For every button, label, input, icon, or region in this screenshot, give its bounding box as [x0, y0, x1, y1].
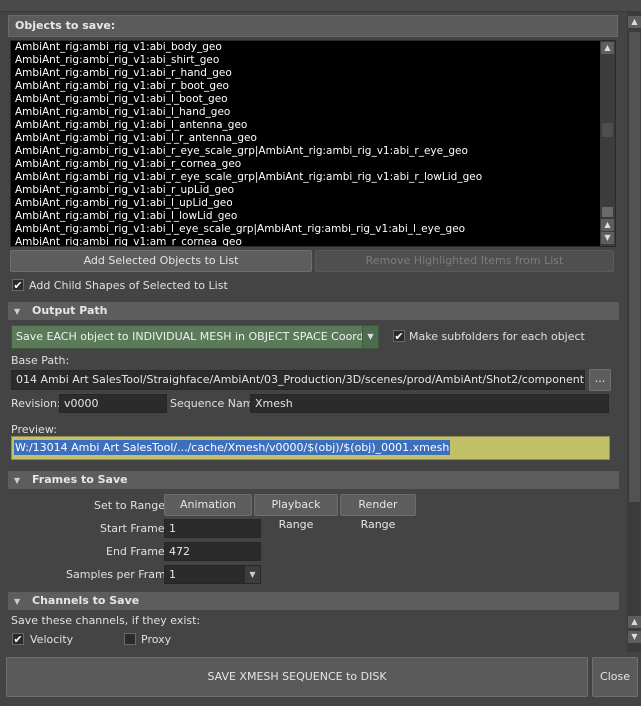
list-item[interactable]: AmbiAnt_rig:ambi_rig_v1:abi_l_upLid_geo — [15, 197, 600, 210]
proxy-checkbox[interactable] — [124, 633, 136, 645]
objects-list-items: AmbiAnt_rig:ambi_rig_v1:abi_body_geo Ambi… — [15, 41, 600, 246]
samples-per-frame-dropdown[interactable]: 1 ▼ — [164, 565, 261, 584]
objects-list[interactable]: AmbiAnt_rig:ambi_rig_v1:abi_body_geo Ambi… — [10, 40, 616, 247]
list-item[interactable]: AmbiAnt_rig:ambi_rig_v1:abi_l_r_antenna_… — [15, 132, 600, 145]
remove-highlighted-items-button[interactable]: Remove Highlighted Items from List — [315, 250, 614, 272]
objects-list-scrollbar[interactable]: ▲ ▲ ▼ — [600, 41, 615, 246]
base-path-label: Base Path: — [11, 354, 70, 367]
objects-to-save-title: Objects to save: — [15, 19, 116, 32]
output-mode-value: Save EACH object to INDIVIDUAL MESH in O… — [16, 330, 379, 343]
output-path-section-header[interactable]: ▼ Output Path — [8, 302, 619, 320]
velocity-checkbox[interactable]: ✔ — [12, 633, 24, 645]
list-item[interactable]: AmbiAnt_rig:ambi_rig_v1:abi_r_boot_geo — [15, 80, 600, 93]
revision-label: Revision: — [11, 397, 61, 410]
window-scrollbar[interactable]: ▲ ▲ ▼ — [627, 12, 641, 652]
channels-to-save-section-header[interactable]: ▼ Channels to Save — [8, 592, 619, 610]
list-item[interactable]: AmbiAnt_rig:ambi_rig_v1:am_r_cornea_geo — [15, 236, 600, 246]
preview-value: W:/13014 Ambi Art SalesTool/.../cache/Xm… — [14, 440, 451, 455]
objects-to-save-header: Objects to save: — [8, 15, 618, 37]
output-mode-dropdown[interactable]: Save EACH object to INDIVIDUAL MESH in O… — [11, 325, 379, 349]
frames-to-save-section-header[interactable]: ▼ Frames to Save — [8, 471, 619, 489]
window-scroll-up-arrow-lower-icon[interactable]: ▲ — [628, 616, 641, 628]
playback-range-button[interactable]: Playback Range — [254, 494, 338, 531]
chevron-down-icon: ▼ — [362, 326, 378, 348]
scroll-grip-icon — [602, 123, 613, 137]
sequence-name-input[interactable]: Xmesh — [250, 394, 609, 413]
channels-to-save-title: Channels to Save — [32, 594, 140, 607]
make-subfolders-checkbox[interactable]: ✔ — [393, 330, 405, 342]
collapse-triangle-icon: ▼ — [14, 597, 21, 606]
list-item[interactable]: AmbiAnt_rig:ambi_rig_v1:abi_r_eye_scale_… — [15, 145, 600, 158]
save-xmesh-sequence-button[interactable]: SAVE XMESH SEQUENCE to DISK — [6, 657, 588, 697]
add-selected-objects-button[interactable]: Add Selected Objects to List — [10, 250, 312, 272]
add-child-shapes-checkbox[interactable]: ✔ — [12, 279, 24, 291]
end-frame-label: End Frame: — [106, 545, 169, 558]
start-frame-input[interactable]: 1 — [164, 519, 261, 538]
end-frame-input[interactable]: 472 — [164, 542, 261, 561]
preview-label: Preview: — [11, 423, 57, 436]
list-item[interactable]: AmbiAnt_rig:ambi_rig_v1:abi_r_upLid_geo — [15, 184, 600, 197]
velocity-label: Velocity — [30, 633, 74, 646]
channels-subtitle: Save these channels, if they exist: — [11, 614, 201, 627]
window-scroll-down-arrow-icon[interactable]: ▼ — [628, 631, 641, 643]
list-item[interactable]: AmbiAnt_rig:ambi_rig_v1:abi_l_antenna_ge… — [15, 119, 600, 132]
list-item[interactable]: AmbiAnt_rig:ambi_rig_v1:abi_r_hand_geo — [15, 67, 600, 80]
list-item[interactable]: AmbiAnt_rig:ambi_rig_v1:abi_r_cornea_geo — [15, 158, 600, 171]
scroll-down-arrow-icon[interactable]: ▼ — [601, 232, 614, 244]
proxy-label: Proxy — [141, 633, 172, 646]
start-frame-label: Start Frame: — [100, 522, 169, 535]
set-to-range-label: Set to Range: — [94, 499, 169, 512]
preview-field[interactable]: W:/13014 Ambi Art SalesTool/.../cache/Xm… — [11, 436, 610, 460]
sequence-name-label: Sequence Name — [170, 397, 261, 410]
samples-per-frame-value: 1 — [169, 568, 176, 581]
window-scroll-up-arrow-icon[interactable]: ▲ — [628, 16, 641, 28]
window-scroll-thumb[interactable] — [629, 32, 640, 502]
scroll-thumb[interactable] — [602, 207, 613, 217]
animation-range-button[interactable]: Animation Range — [164, 494, 252, 531]
list-item[interactable]: AmbiAnt_rig:ambi_rig_v1:abi_l_boot_geo — [15, 93, 600, 106]
scroll-up-arrow-icon[interactable]: ▲ — [601, 42, 614, 54]
frames-to-save-title: Frames to Save — [32, 473, 128, 486]
close-button[interactable]: Close — [592, 657, 638, 697]
list-item[interactable]: AmbiAnt_rig:ambi_rig_v1:abi_body_geo — [15, 41, 600, 54]
chevron-down-icon: ▼ — [245, 566, 260, 583]
list-item[interactable]: AmbiAnt_rig:ambi_rig_v1:abi_shirt_geo — [15, 54, 600, 67]
output-path-title: Output Path — [32, 304, 108, 317]
window-top-edge — [0, 0, 641, 12]
make-subfolders-label: Make subfolders for each object — [409, 330, 585, 343]
list-item[interactable]: AmbiAnt_rig:ambi_rig_v1:abi_l_eye_scale_… — [15, 223, 600, 236]
scroll-up-arrow-lower-icon[interactable]: ▲ — [601, 219, 614, 231]
browse-button[interactable]: ... — [589, 369, 611, 391]
samples-per-frame-label: Samples per Frame: — [66, 568, 177, 581]
revision-input[interactable]: v0000 — [59, 394, 167, 413]
list-item[interactable]: AmbiAnt_rig:ambi_rig_v1:abi_l_hand_geo — [15, 106, 600, 119]
collapse-triangle-icon: ▼ — [14, 307, 21, 316]
add-child-shapes-label: Add Child Shapes of Selected to List — [29, 279, 228, 292]
base-path-input[interactable]: 014 Ambi Art SalesTool/Straighface/AmbiA… — [11, 370, 585, 390]
list-item[interactable]: AmbiAnt_rig:ambi_rig_v1:abi_l_lowLid_geo — [15, 210, 600, 223]
list-item[interactable]: AmbiAnt_rig:ambi_rig_v1:abi_r_eye_scale_… — [15, 171, 600, 184]
collapse-triangle-icon: ▼ — [14, 476, 21, 485]
render-range-button[interactable]: Render Range — [340, 494, 416, 531]
